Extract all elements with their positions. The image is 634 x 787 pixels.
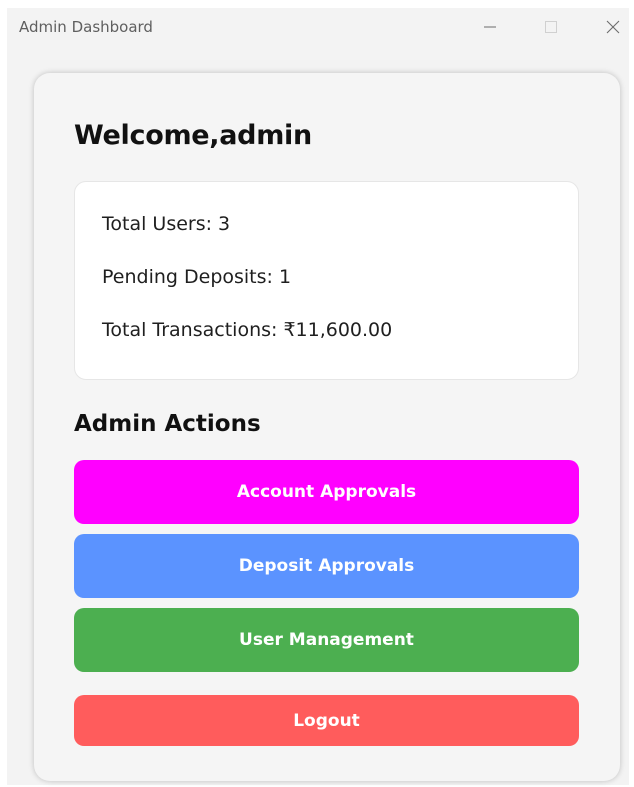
pending-deposits-stat: Pending Deposits: 1 (102, 266, 292, 288)
account-approvals-button[interactable]: Account Approvals (74, 460, 579, 524)
deposit-approvals-button[interactable]: Deposit Approvals (74, 534, 579, 598)
dashboard-card: Welcome,admin Total Users: 3 Pending Dep… (34, 73, 620, 781)
total-users-stat: Total Users: 3 (102, 213, 231, 235)
total-transactions-stat: Total Transactions: ₹11,600.00 (102, 319, 393, 341)
window-title: Admin Dashboard (19, 18, 153, 36)
maximize-button[interactable] (528, 8, 574, 46)
app-window: Admin Dashboard Welcome,admin Total User… (7, 8, 629, 785)
minimize-button[interactable] (467, 8, 513, 46)
close-button[interactable] (590, 8, 634, 46)
user-management-button[interactable]: User Management (74, 608, 579, 672)
welcome-heading: Welcome,admin (74, 120, 312, 151)
admin-actions-heading: Admin Actions (74, 411, 261, 437)
minimize-icon (484, 26, 496, 28)
logout-button[interactable]: Logout (74, 695, 579, 746)
stats-panel: Total Users: 3 Pending Deposits: 1 Total… (74, 181, 579, 380)
close-icon (606, 20, 620, 34)
maximize-icon (545, 21, 557, 33)
title-bar[interactable]: Admin Dashboard (7, 8, 629, 46)
